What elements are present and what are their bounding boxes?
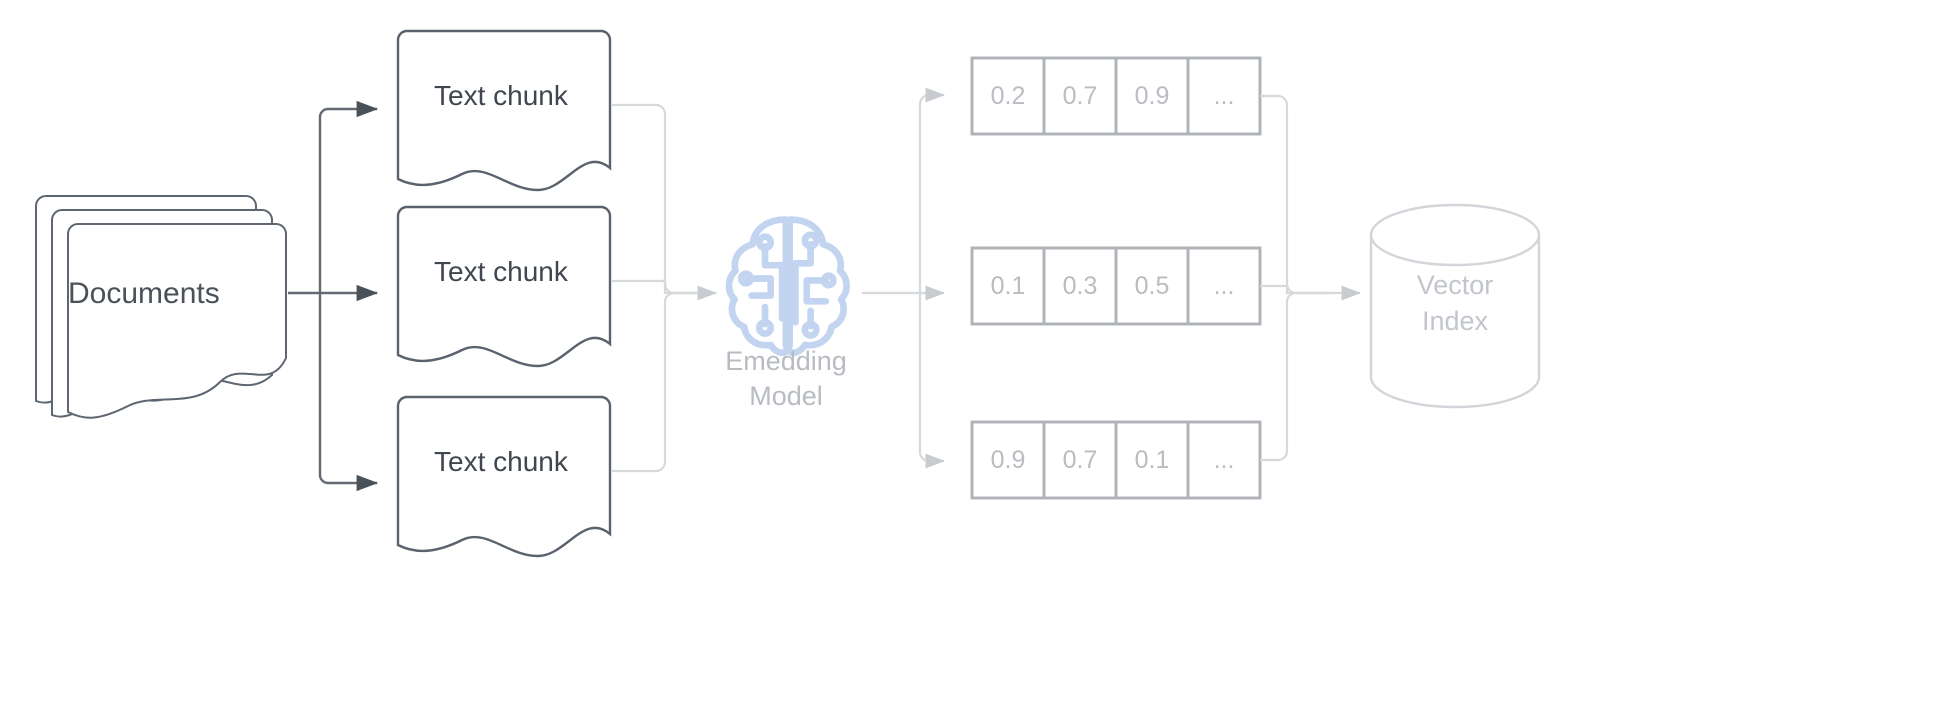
vector-cell-value: 0.7 [1063,446,1098,474]
model-label-line1: Emedding [725,346,847,376]
vector-row-2[interactable]: 0.1 0.3 0.5 ... [970,246,1262,326]
connector-chunk2-to-model [612,279,710,295]
connector-vector1-to-index [1260,94,1330,295]
chunk-label-2: Text chunk [434,256,569,287]
index-label-line1: Vector [1417,270,1494,300]
vector-row-3[interactable]: 0.9 0.7 0.1 ... [970,420,1262,500]
vector-cell-value: 0.5 [1135,272,1170,300]
connector-to-chunk-3 [318,293,379,492]
documents-to-chunks-connectors [288,100,379,492]
connector-chunk1-to-model [612,103,710,295]
vector-cell-value: 0.7 [1063,82,1098,110]
connector-to-vector-1 [918,87,946,293]
vector-cell-value: 0.9 [1135,82,1170,110]
vector-cell-value: ... [1214,82,1235,110]
vector-index-node[interactable]: Vector Index [1369,203,1541,409]
model-to-vectors-connectors [862,87,946,469]
chunk-label-1: Text chunk [434,80,569,111]
vector-cell-value: 0.2 [991,82,1026,110]
chunk-label-3: Text chunk [434,446,569,477]
chunks-to-model-connectors [612,103,718,473]
vector-cell-value: ... [1214,446,1235,474]
model-label-line2: Model [749,381,823,411]
embedding-model-node[interactable]: Emedding Model [725,216,850,411]
diagram-canvas: Documents Text chunk Text chunk Text chu… [0,0,1940,712]
vector-cell-value: 0.9 [991,446,1026,474]
document-sheet-front [67,223,287,419]
cylinder-top [1369,203,1541,267]
connector-vector3-to-index [1260,291,1330,462]
vectors-to-index-connectors [1260,94,1362,462]
vector-cell-value: 0.1 [991,272,1026,300]
pipeline-diagram: Documents Text chunk Text chunk Text chu… [35,29,1541,558]
brain-circuit-icon [725,216,850,357]
vector-cell-value: ... [1214,272,1235,300]
vector-cell-value: 0.3 [1063,272,1098,300]
connector-to-chunk-1 [318,100,379,293]
text-chunk-node-1[interactable]: Text chunk [396,29,612,192]
connector-to-vector-3 [918,293,946,469]
documents-node[interactable]: Documents [35,195,287,419]
connector-chunk3-to-model [612,291,710,473]
vector-cell-value: 0.1 [1135,446,1170,474]
vector-row-1[interactable]: 0.2 0.7 0.9 ... [970,56,1262,136]
text-chunk-node-2[interactable]: Text chunk [396,205,612,368]
documents-label: Documents [68,277,220,310]
index-label-line2: Index [1422,306,1489,336]
text-chunk-node-3[interactable]: Text chunk [396,395,612,558]
